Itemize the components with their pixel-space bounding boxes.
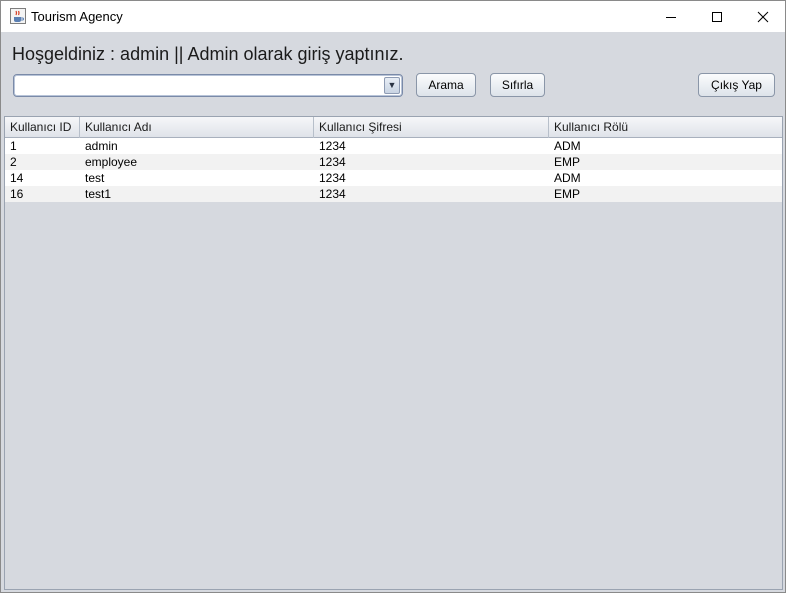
reset-button[interactable]: Sıfırla [490,73,545,97]
table-row[interactable]: 1 admin 1234 ADM [5,138,782,154]
welcome-label: Hoşgeldiniz : admin || Admin olarak giri… [12,44,404,64]
table-row[interactable]: 2 employee 1234 EMP [5,154,782,170]
cell-user-id: 2 [10,155,17,169]
cell-role: EMP [554,187,581,201]
cell-username: employee [85,155,138,169]
chevron-down-icon: ▼ [387,80,397,90]
cell-password: 1234 [319,187,346,201]
maximize-icon [712,11,722,22]
cell-username: test1 [85,187,112,201]
cell-user-id: 14 [10,171,24,185]
app-window: Tourism Agency Hoşgeldiniz : admin || Ad… [0,0,786,593]
cell-username: test [85,171,105,185]
cell-user-id: 1 [10,139,17,153]
combo-dropdown-button[interactable]: ▼ [384,77,400,94]
cell-role: ADM [554,139,581,153]
logout-button[interactable]: Çıkış Yap [698,73,775,97]
cell-role: EMP [554,155,581,169]
close-button[interactable] [740,1,785,32]
search-button[interactable]: Arama [416,73,476,97]
close-icon [757,11,769,22]
cell-password: 1234 [319,155,346,169]
main-panel: Hoşgeldiniz : admin || Admin olarak giri… [1,32,785,592]
maximize-button[interactable] [694,1,740,32]
table-row[interactable]: 16 test1 1234 EMP [5,186,782,202]
user-table[interactable]: Kullanıcı ID Kullanıcı Adı Kullanıcı Şif… [4,116,783,590]
cell-user-id: 16 [10,187,24,201]
window-title: Tourism Agency [31,9,123,24]
table-body: 1 admin 1234 ADM 2 employee 1234 EMP 14 … [5,138,782,202]
table-header: Kullanıcı ID Kullanıcı Adı Kullanıcı Şif… [5,117,782,138]
cell-username: admin [85,139,118,153]
column-header-username[interactable]: Kullanıcı Adı [80,117,314,138]
minimize-icon [666,16,676,18]
table-row[interactable]: 14 test 1234 ADM [5,170,782,186]
java-cup-icon [10,8,26,24]
cell-password: 1234 [319,139,346,153]
cell-password: 1234 [319,171,346,185]
minimize-button[interactable] [648,1,694,32]
column-header-password[interactable]: Kullanıcı Şifresi [314,117,549,138]
filter-combobox[interactable]: ▼ [13,74,403,97]
column-header-user-id[interactable]: Kullanıcı ID [5,117,80,138]
cell-role: ADM [554,171,581,185]
title-bar[interactable]: Tourism Agency [1,1,785,32]
column-header-role[interactable]: Kullanıcı Rölü [549,117,782,138]
